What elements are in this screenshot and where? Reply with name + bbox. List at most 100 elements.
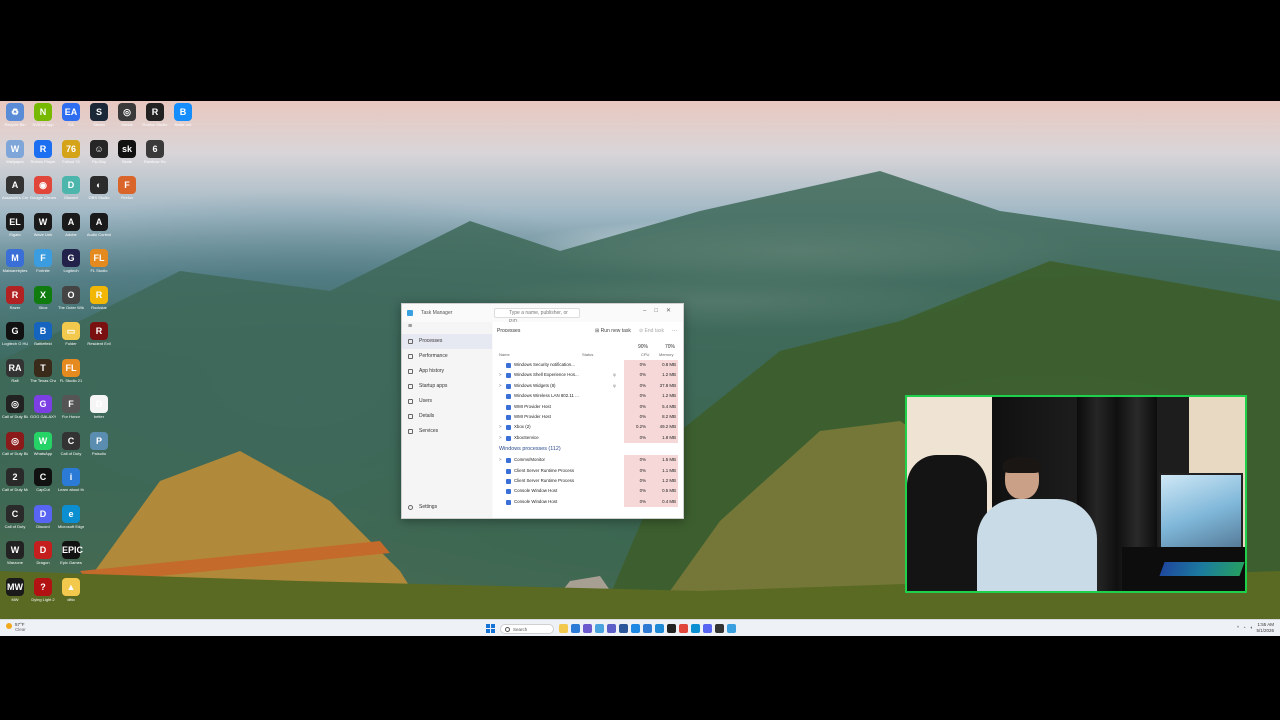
process-row[interactable]: > Windows Shell Experience Hos... φ 0% 1.2 M… [493,370,683,381]
word-icon[interactable] [619,624,628,633]
expand-chevron-icon[interactable]: > [499,370,502,380]
desktop-shortcut[interactable]: F Fortnite [30,249,56,273]
desktop-shortcut[interactable]: FL FL Studio 21 [58,358,84,383]
desktop-shortcut[interactable]: W Wallpaper [2,139,28,164]
desktop-shortcut[interactable]: R Resident Evil [86,322,112,346]
desktop-shortcut[interactable]: ? Dying Light 2 [30,577,56,602]
desktop-shortcut[interactable]: B Battle.net [170,103,196,127]
desktop-shortcut[interactable]: sk Skate [114,139,140,164]
desktop-shortcut[interactable]: S Steam [86,103,112,127]
desktop-shortcut[interactable]: W Wave Link [30,212,56,237]
maximize-button[interactable]: □ [654,308,666,314]
desktop-shortcut[interactable]: EPIC Epic Games [58,541,84,565]
close-button[interactable]: ✕ [666,308,679,314]
end-task-button[interactable]: ⊘ End task [639,328,664,334]
process-row[interactable]: > XboxService 0% 1.8 MB [493,432,683,444]
desktop-shortcut[interactable]: D Discord [58,176,84,200]
desktop-shortcut[interactable]: C CapCut [30,468,56,492]
desktop-shortcut[interactable]: C Call of Duty [2,504,28,529]
minimize-button[interactable]: – [643,308,654,314]
desktop-shortcut[interactable]: iLearn about this picture [58,468,84,492]
volume-icon[interactable]: ◖ [1250,625,1253,630]
desktop-shortcut[interactable]: AAssassin's Creed [2,176,28,200]
weather-widget[interactable]: 57°F Clear [6,622,26,632]
process-row[interactable]: Client Server Runtime Process 0% 1.1 MB [493,465,683,476]
desktop-shortcut[interactable]: D Dragon [30,541,56,565]
desktop-shortcut[interactable]: X Xbox [30,285,56,310]
process-row[interactable]: > Windows Widgets (8) φ 0% 37.8 MB [493,380,683,392]
music-icon[interactable] [667,624,676,633]
process-row[interactable]: > Xbox (2) 0.2% 49.2 MB [493,422,683,433]
desktop-shortcut[interactable]: 76 Fallout 76 [58,139,84,164]
process-row[interactable]: Client Server Runtime Process 0% 1.2 MB [493,475,683,487]
desktop-shortcut[interactable]: A Audio Control [86,212,112,237]
col-name[interactable]: Name [499,352,510,357]
desktop-shortcut[interactable]: W Warzone [2,541,28,565]
network-icon[interactable]: ◔ [1243,625,1246,630]
taskmanager-icon[interactable] [727,624,736,633]
sidebar-item-processes[interactable]: Processes [402,334,492,349]
desktop-shortcut[interactable]: TThe Texas Chain Saw [30,358,56,383]
photos-icon[interactable] [631,624,640,633]
discord-icon[interactable] [703,624,712,633]
expand-chevron-icon[interactable]: > [499,455,502,465]
desktop-shortcut[interactable]: 2Call of Duty Modern [2,468,28,492]
desktop-shortcut[interactable]: ☺ Pip-Boy [86,139,112,164]
mail-icon[interactable] [595,624,604,633]
desktop-shortcut[interactable]: Dbetter [86,395,112,419]
process-row[interactable]: Windows Security notification... 0% 0.8 MB [493,360,683,371]
desktop-shortcut[interactable]: W WhatsApp [30,431,56,456]
desktop-shortcut[interactable]: R Rockstar [86,285,112,310]
sidebar-item-users[interactable]: Users [402,394,492,409]
desktop-shortcut[interactable]: R Razer [2,285,28,310]
sidebar-item-app-history[interactable]: App history [402,364,492,379]
store-icon[interactable] [583,624,592,633]
col-status[interactable]: Status [582,352,593,357]
process-row[interactable]: Windows Wireless LAN 802.11 ... 0% 1.2 MB [493,391,683,402]
desktop-shortcut[interactable]: e Microsoft Edge [58,504,84,529]
file-explorer-icon[interactable] [559,624,568,633]
expand-chevron-icon[interactable]: > [499,433,502,443]
desktop-shortcut[interactable]: GLogitech G HUB [2,322,28,346]
process-row[interactable]: WMI Provider Host 0% 5.4 MB [493,401,683,412]
desktop-shortcut[interactable]: ◎Call of Duty Black Ops [2,431,28,456]
sidebar-item-services[interactable]: Services [402,424,492,439]
desktop-shortcut[interactable]: 6 Rainbow Six [142,139,168,164]
edge-icon[interactable] [691,624,700,633]
vscode-icon[interactable] [655,624,664,633]
process-row[interactable]: Console Window Host 0% 0.5 MB [493,486,683,497]
desktop-shortcut[interactable]: MW MW [2,577,28,602]
search-input[interactable]: Type a name, publisher, or PID... [494,308,580,325]
sidebar-item-details[interactable]: Details [402,409,492,424]
taskbar-search[interactable]: Search [500,623,554,634]
desktop-shortcut[interactable]: ◎ Medal [114,103,140,127]
task-manager-window[interactable]: Task Manager Type a name, publisher, or … [401,303,684,519]
desktop-shortcut[interactable]: R Roblox Player [30,139,56,164]
desktop-shortcut[interactable]: G Logitech [58,249,84,273]
desktop-shortcut[interactable]: ♻ Recycle Bin [2,103,28,127]
desktop-shortcut[interactable]: N NVIDIA App [30,103,56,127]
expand-chevron-icon[interactable]: > [499,422,502,432]
col-cpu[interactable]: CPU [641,352,649,357]
process-row[interactable]: > Comms/Monitor 0% 1.5 MB [493,455,683,466]
start-button[interactable] [486,624,495,633]
calendar-icon[interactable] [643,624,652,633]
desktop-shortcut[interactable]: ◐ OBS Studio [86,176,112,200]
expand-chevron-icon[interactable]: > [499,381,502,391]
desktop-shortcut[interactable]: ◉ Google Chrome [30,176,56,200]
desktop-shortcut[interactable]: A Adobe [58,212,84,237]
desktop-shortcut[interactable]: EL Elgato [2,212,28,237]
desktop-shortcut[interactable]: C Call of Duty [58,431,84,456]
sidebar-item-startup-apps[interactable]: Startup apps [402,379,492,394]
desktop-shortcut[interactable]: D Discord [30,504,56,529]
chevron-up-icon[interactable]: ^ [1237,625,1239,630]
obs-icon[interactable] [715,624,724,633]
desktop-shortcut[interactable]: B Battlefield [30,322,56,346]
teams-icon[interactable] [607,624,616,633]
desktop-shortcut[interactable]: OThe Outer Wilds [58,285,84,310]
sidebar-item-performance[interactable]: Performance [402,349,492,364]
desktop-shortcut[interactable]: F For Honor [58,395,84,419]
desktop-shortcut[interactable]: P Palsolio [86,431,112,456]
desktop-shortcut[interactable]: ▲ ditto [58,577,84,602]
process-row[interactable]: Console Window Host 0% 0.4 MB [493,496,683,508]
